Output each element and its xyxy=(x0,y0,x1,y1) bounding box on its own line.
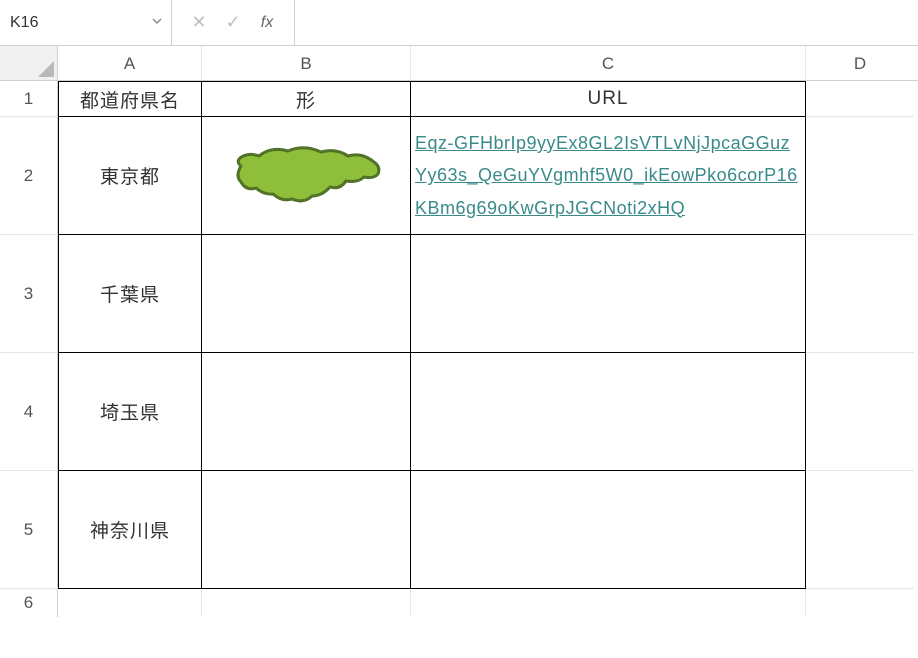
cell-C5[interactable] xyxy=(411,471,806,589)
rows: 1 都道府県名 形 URL 2 東京都 Eqz-GFHbrIp9yyEx8GL2… xyxy=(0,81,918,617)
name-box-value: K16 xyxy=(10,14,38,32)
cell-C1[interactable]: URL xyxy=(411,81,806,117)
cell-A4[interactable]: 埼玉県 xyxy=(58,353,202,471)
column-header-B[interactable]: B xyxy=(202,46,411,80)
table-row: 2 東京都 Eqz-GFHbrIp9yyEx8GL2IsVTLvNjJpcaGG… xyxy=(0,117,918,235)
cell-B2[interactable] xyxy=(202,117,411,235)
select-all-corner[interactable] xyxy=(0,46,58,80)
cell-A6[interactable] xyxy=(58,589,202,617)
tokyo-shape-icon xyxy=(226,136,386,216)
cell-D4[interactable] xyxy=(806,353,914,471)
cell-A1[interactable]: 都道府県名 xyxy=(58,81,202,117)
cell-C2[interactable]: Eqz-GFHbrIp9yyEx8GL2IsVTLvNjJpcaGGuzYy63… xyxy=(411,117,806,235)
insert-function-button[interactable]: fx xyxy=(250,14,284,32)
formula-controls: ✕ ✓ fx xyxy=(172,0,295,45)
column-header-C[interactable]: C xyxy=(411,46,806,80)
cancel-icon[interactable]: ✕ xyxy=(182,12,216,33)
row-header-3[interactable]: 3 xyxy=(0,235,58,353)
column-headers: A B C D xyxy=(0,46,918,81)
confirm-icon[interactable]: ✓ xyxy=(216,12,250,33)
row-header-2[interactable]: 2 xyxy=(0,117,58,235)
row-header-5[interactable]: 5 xyxy=(0,471,58,589)
row-header-4[interactable]: 4 xyxy=(0,353,58,471)
cell-D5[interactable] xyxy=(806,471,914,589)
name-box[interactable]: K16 xyxy=(0,0,172,45)
cell-C6[interactable] xyxy=(411,589,806,617)
cell-D2[interactable] xyxy=(806,117,914,235)
table-row: 1 都道府県名 形 URL xyxy=(0,81,918,117)
table-row: 4 埼玉県 xyxy=(0,353,918,471)
cell-C4[interactable] xyxy=(411,353,806,471)
cell-A2[interactable]: 東京都 xyxy=(58,117,202,235)
spreadsheet-grid: A B C D 1 都道府県名 形 URL 2 東京都 Eqz-GFHbrIp9… xyxy=(0,46,918,617)
row-header-6[interactable]: 6 xyxy=(0,589,58,617)
cell-B6[interactable] xyxy=(202,589,411,617)
cell-D3[interactable] xyxy=(806,235,914,353)
row-header-1[interactable]: 1 xyxy=(0,81,58,117)
formula-input[interactable] xyxy=(295,0,918,45)
cell-B3[interactable] xyxy=(202,235,411,353)
column-header-A[interactable]: A xyxy=(58,46,202,80)
cell-C3[interactable] xyxy=(411,235,806,353)
url-link[interactable]: Eqz-GFHbrIp9yyEx8GL2IsVTLvNjJpcaGGuzYy63… xyxy=(415,127,801,224)
cell-D1[interactable] xyxy=(806,81,914,117)
cell-B1[interactable]: 形 xyxy=(202,81,411,117)
formula-bar: K16 ✕ ✓ fx xyxy=(0,0,918,46)
cell-A3[interactable]: 千葉県 xyxy=(58,235,202,353)
cell-B5[interactable] xyxy=(202,471,411,589)
column-header-D[interactable]: D xyxy=(806,46,914,80)
table-row: 5 神奈川県 xyxy=(0,471,918,589)
cell-A5[interactable]: 神奈川県 xyxy=(58,471,202,589)
cell-D6[interactable] xyxy=(806,589,914,617)
chevron-down-icon[interactable] xyxy=(151,14,163,32)
cell-B4[interactable] xyxy=(202,353,411,471)
table-row: 3 千葉県 xyxy=(0,235,918,353)
table-row: 6 xyxy=(0,589,918,617)
